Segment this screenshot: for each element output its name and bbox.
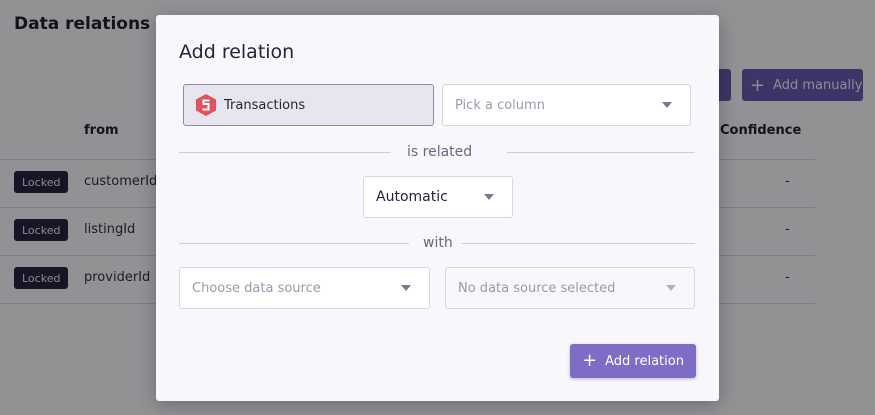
add-relation-dialog: Add relation Transactions Pick a column … bbox=[156, 15, 719, 401]
with-label: with bbox=[423, 235, 453, 251]
relation-type-select[interactable]: Automatic bbox=[363, 176, 513, 218]
chevron-down-icon bbox=[662, 102, 672, 108]
target-column-select[interactable]: No data source selected bbox=[445, 267, 695, 309]
with-divider: with bbox=[179, 235, 695, 251]
pick-column-select[interactable]: Pick a column bbox=[442, 84, 691, 126]
target-data-source-placeholder: Choose data source bbox=[192, 280, 321, 296]
is-related-label: is related bbox=[407, 144, 473, 160]
dialog-title: Add relation bbox=[179, 41, 295, 63]
chevron-down-icon bbox=[666, 285, 676, 291]
chevron-down-icon bbox=[401, 285, 411, 291]
add-relation-button[interactable]: + Add relation bbox=[570, 344, 696, 378]
source-table-name: Transactions bbox=[224, 97, 306, 113]
plus-icon: + bbox=[582, 350, 598, 371]
transactions-logo-icon bbox=[196, 94, 216, 116]
add-relation-label: Add relation bbox=[605, 353, 684, 369]
target-data-source-select[interactable]: Choose data source bbox=[179, 267, 430, 309]
is-related-divider: is related bbox=[179, 144, 695, 160]
chevron-down-icon bbox=[484, 194, 494, 200]
pick-column-placeholder: Pick a column bbox=[455, 97, 545, 113]
source-table-field[interactable]: Transactions bbox=[183, 84, 434, 126]
target-column-placeholder: No data source selected bbox=[458, 280, 616, 296]
relation-type-value: Automatic bbox=[376, 189, 448, 205]
